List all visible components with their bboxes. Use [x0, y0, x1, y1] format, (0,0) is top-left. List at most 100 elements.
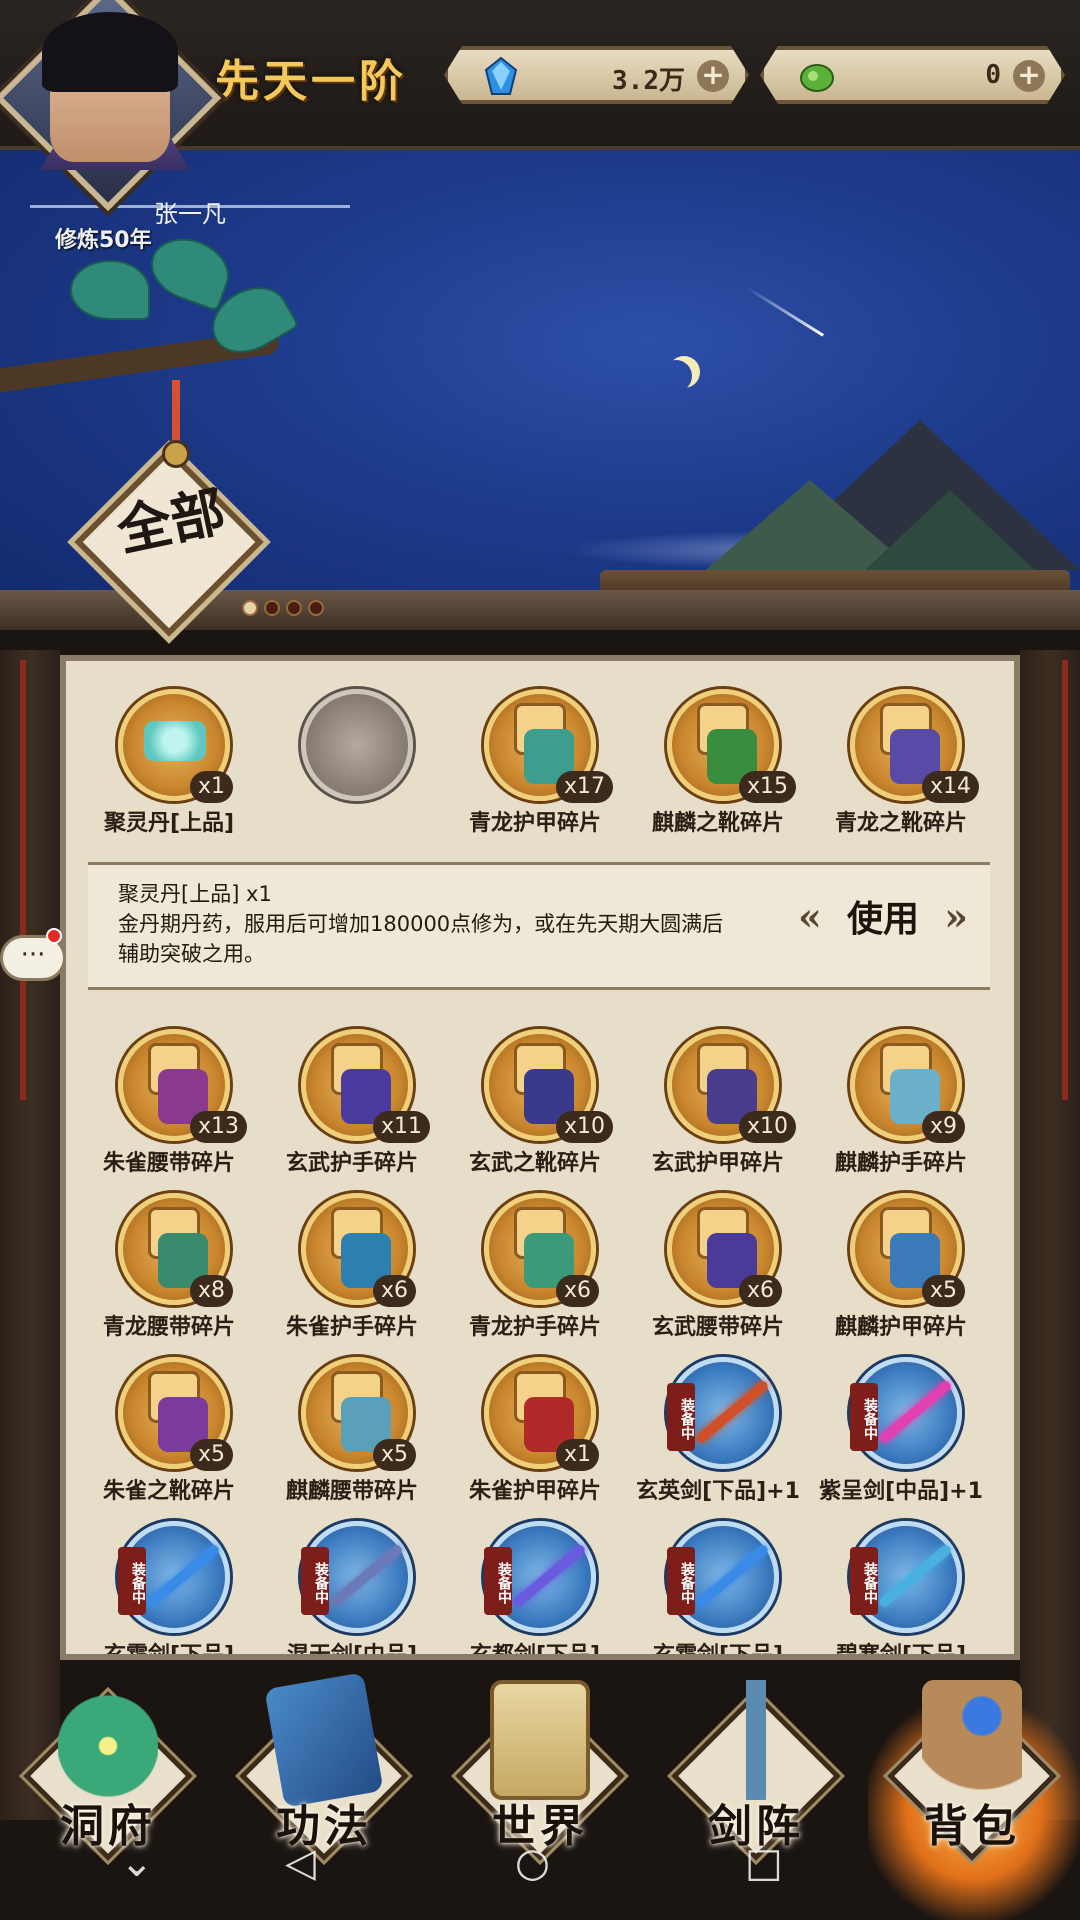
inventory-item[interactable]: x14 青龙之靴碎片	[810, 679, 992, 839]
recent-apps-icon[interactable]: □	[745, 1840, 783, 1886]
ginkgo-leaf	[70, 260, 150, 320]
item-name: 朱雀护手碎片	[285, 1315, 418, 1340]
item-name: 麒麟护手碎片	[834, 1151, 967, 1176]
item-name: 麒麟护甲碎片	[834, 1315, 967, 1340]
equipped-badge: 装备中	[850, 1383, 878, 1451]
inventory-item[interactable]: 装备中 玄都剑[下品]	[444, 1511, 626, 1654]
inventory-item[interactable]: x1 朱雀护甲碎片	[444, 1347, 626, 1507]
item-quantity: x14	[922, 771, 980, 803]
inventory-item[interactable]: x6 青龙护手碎片	[444, 1183, 626, 1343]
item-name: 玄霜剑[下品]	[652, 1643, 784, 1660]
inventory-item[interactable]: x10 玄武护甲碎片	[627, 1019, 809, 1179]
frame-left	[0, 650, 60, 1820]
inventory-item[interactable]: 装备中 紫呈剑[中品]+1	[810, 1347, 992, 1507]
use-button[interactable]: 使用	[798, 893, 968, 945]
moon-icon	[660, 360, 692, 392]
inventory-item[interactable]: x5 麒麟护甲碎片	[810, 1183, 992, 1343]
page-dot[interactable]	[308, 600, 324, 616]
inventory-item[interactable]: 装备中 玄霜剑[下品]	[627, 1511, 809, 1654]
equipped-badge: 装备中	[301, 1547, 329, 1615]
item-name: 青龙腰带碎片	[102, 1315, 235, 1340]
item-quantity: x10	[556, 1111, 614, 1143]
back-icon[interactable]: ◁	[285, 1840, 316, 1886]
inventory-item[interactable]: 装备中 混天剑[中品]	[261, 1511, 443, 1654]
inventory-item[interactable]: x8 青龙腰带碎片	[78, 1183, 260, 1343]
item-quantity: x17	[556, 771, 614, 803]
empty-slot-icon	[301, 689, 413, 801]
home-icon[interactable]: ○	[515, 1840, 550, 1886]
avatar-hair	[42, 12, 178, 92]
equipped-badge: 装备中	[667, 1383, 695, 1451]
equipped-badge: 装备中	[667, 1547, 695, 1615]
page-dot[interactable]	[286, 600, 302, 616]
equipped-badge: 装备中	[118, 1547, 146, 1615]
inventory-item[interactable]: x1 聚灵丹[上品]	[78, 679, 260, 839]
jade-icon	[798, 56, 836, 96]
tassel	[20, 660, 26, 1100]
add-crystal-button[interactable]: +	[697, 60, 729, 92]
chat-icon: ···	[20, 940, 46, 970]
page-dot[interactable]	[242, 600, 258, 616]
inventory-item[interactable]: x11 玄武护手碎片	[261, 1019, 443, 1179]
meteor	[746, 286, 824, 337]
inventory-item[interactable]: x6 玄武腰带碎片	[627, 1183, 809, 1343]
inventory-item[interactable]: x5 麒麟腰带碎片	[261, 1347, 443, 1507]
crystal-icon	[482, 56, 520, 96]
item-name: 朱雀之靴碎片	[102, 1479, 235, 1504]
inventory-item[interactable]: x13 朱雀腰带碎片	[78, 1019, 260, 1179]
equipped-badge: 装备中	[484, 1547, 512, 1615]
jade-resource[interactable]: 0 +	[760, 46, 1065, 104]
cave-icon	[58, 1680, 158, 1800]
inventory-item[interactable]: x5 朱雀之靴碎片	[78, 1347, 260, 1507]
add-jade-button[interactable]: +	[1013, 60, 1045, 92]
item-name: 青龙之靴碎片	[834, 811, 967, 836]
inventory-item[interactable]: 装备中 玄英剑[下品]+1	[627, 1347, 809, 1507]
system-nav-bar: ⌄ ◁ ○ □	[0, 1800, 1080, 1920]
mountain	[860, 490, 1040, 575]
item-name: 朱雀腰带碎片	[102, 1151, 235, 1176]
ginkgo-leaf	[142, 228, 238, 312]
item-quantity: x11	[373, 1111, 431, 1143]
item-quantity: x6	[556, 1275, 600, 1307]
item-quantity: x5	[922, 1275, 966, 1307]
bag-icon	[922, 1680, 1022, 1800]
inventory-panel[interactable]: x1 聚灵丹[上品] x17 青龙护甲碎片 x15 麒麟之靴碎片 x14 青龙之靴碎片 x13 朱…	[60, 655, 1020, 1660]
filter-knot	[162, 440, 190, 468]
world-scroll-icon	[490, 1680, 590, 1800]
item-name: 玄霜剑[下品]	[103, 1643, 235, 1660]
item-quantity: x5	[373, 1439, 417, 1471]
cultivation-years: 修炼50年	[55, 228, 152, 253]
inventory-item[interactable]: x10 玄武之靴碎片	[444, 1019, 626, 1179]
item-detail-panel: 聚灵丹[上品] x1 金丹期丹药，服用后可增加180000点修为，或在先天期大圆…	[88, 862, 990, 990]
item-quantity: x10	[739, 1111, 797, 1143]
item-quantity: x15	[739, 771, 797, 803]
item-name: 玄都剑[下品]	[469, 1643, 601, 1660]
detail-desc-line2: 辅助突破之用。	[118, 942, 265, 966]
inventory-item[interactable]: x9 麒麟护手碎片	[810, 1019, 992, 1179]
inventory-item[interactable]: x17 青龙护甲碎片	[444, 679, 626, 839]
crystal-resource[interactable]: 3.2万 +	[444, 46, 749, 104]
inventory-item[interactable]: 装备中 玄霜剑[下品]	[78, 1511, 260, 1654]
crystal-value: 3.2万	[612, 66, 685, 96]
tassel	[1062, 660, 1068, 1100]
item-name: 玄武护甲碎片	[651, 1151, 784, 1176]
item-name: 青龙护手碎片	[468, 1315, 601, 1340]
scripture-icon	[264, 1672, 384, 1808]
collapse-icon[interactable]: ⌄	[120, 1840, 154, 1886]
inventory-item[interactable]: x15 麒麟之靴碎片	[627, 679, 809, 839]
item-name: 碧寒剑[下品]	[835, 1643, 967, 1660]
item-name: 麒麟腰带碎片	[285, 1479, 418, 1504]
page-indicator	[242, 600, 324, 616]
inventory-item[interactable]: x6 朱雀护手碎片	[261, 1183, 443, 1343]
frame-right	[1020, 650, 1080, 1820]
page-dot[interactable]	[264, 600, 280, 616]
item-name: 麒麟之靴碎片	[651, 811, 784, 836]
item-name: 青龙护甲碎片	[468, 811, 601, 836]
item-quantity: x8	[190, 1275, 234, 1307]
item-quantity: x6	[373, 1275, 417, 1307]
item-name: 聚灵丹[上品]	[103, 811, 235, 836]
detail-desc-line1: 金丹期丹药，服用后可增加180000点修为，或在先天期大圆满后	[118, 912, 724, 936]
empty-slot[interactable]	[261, 679, 443, 839]
inventory-item[interactable]: 装备中 碧寒剑[下品]	[810, 1511, 992, 1654]
rank-title: 先天一阶	[215, 56, 407, 107]
